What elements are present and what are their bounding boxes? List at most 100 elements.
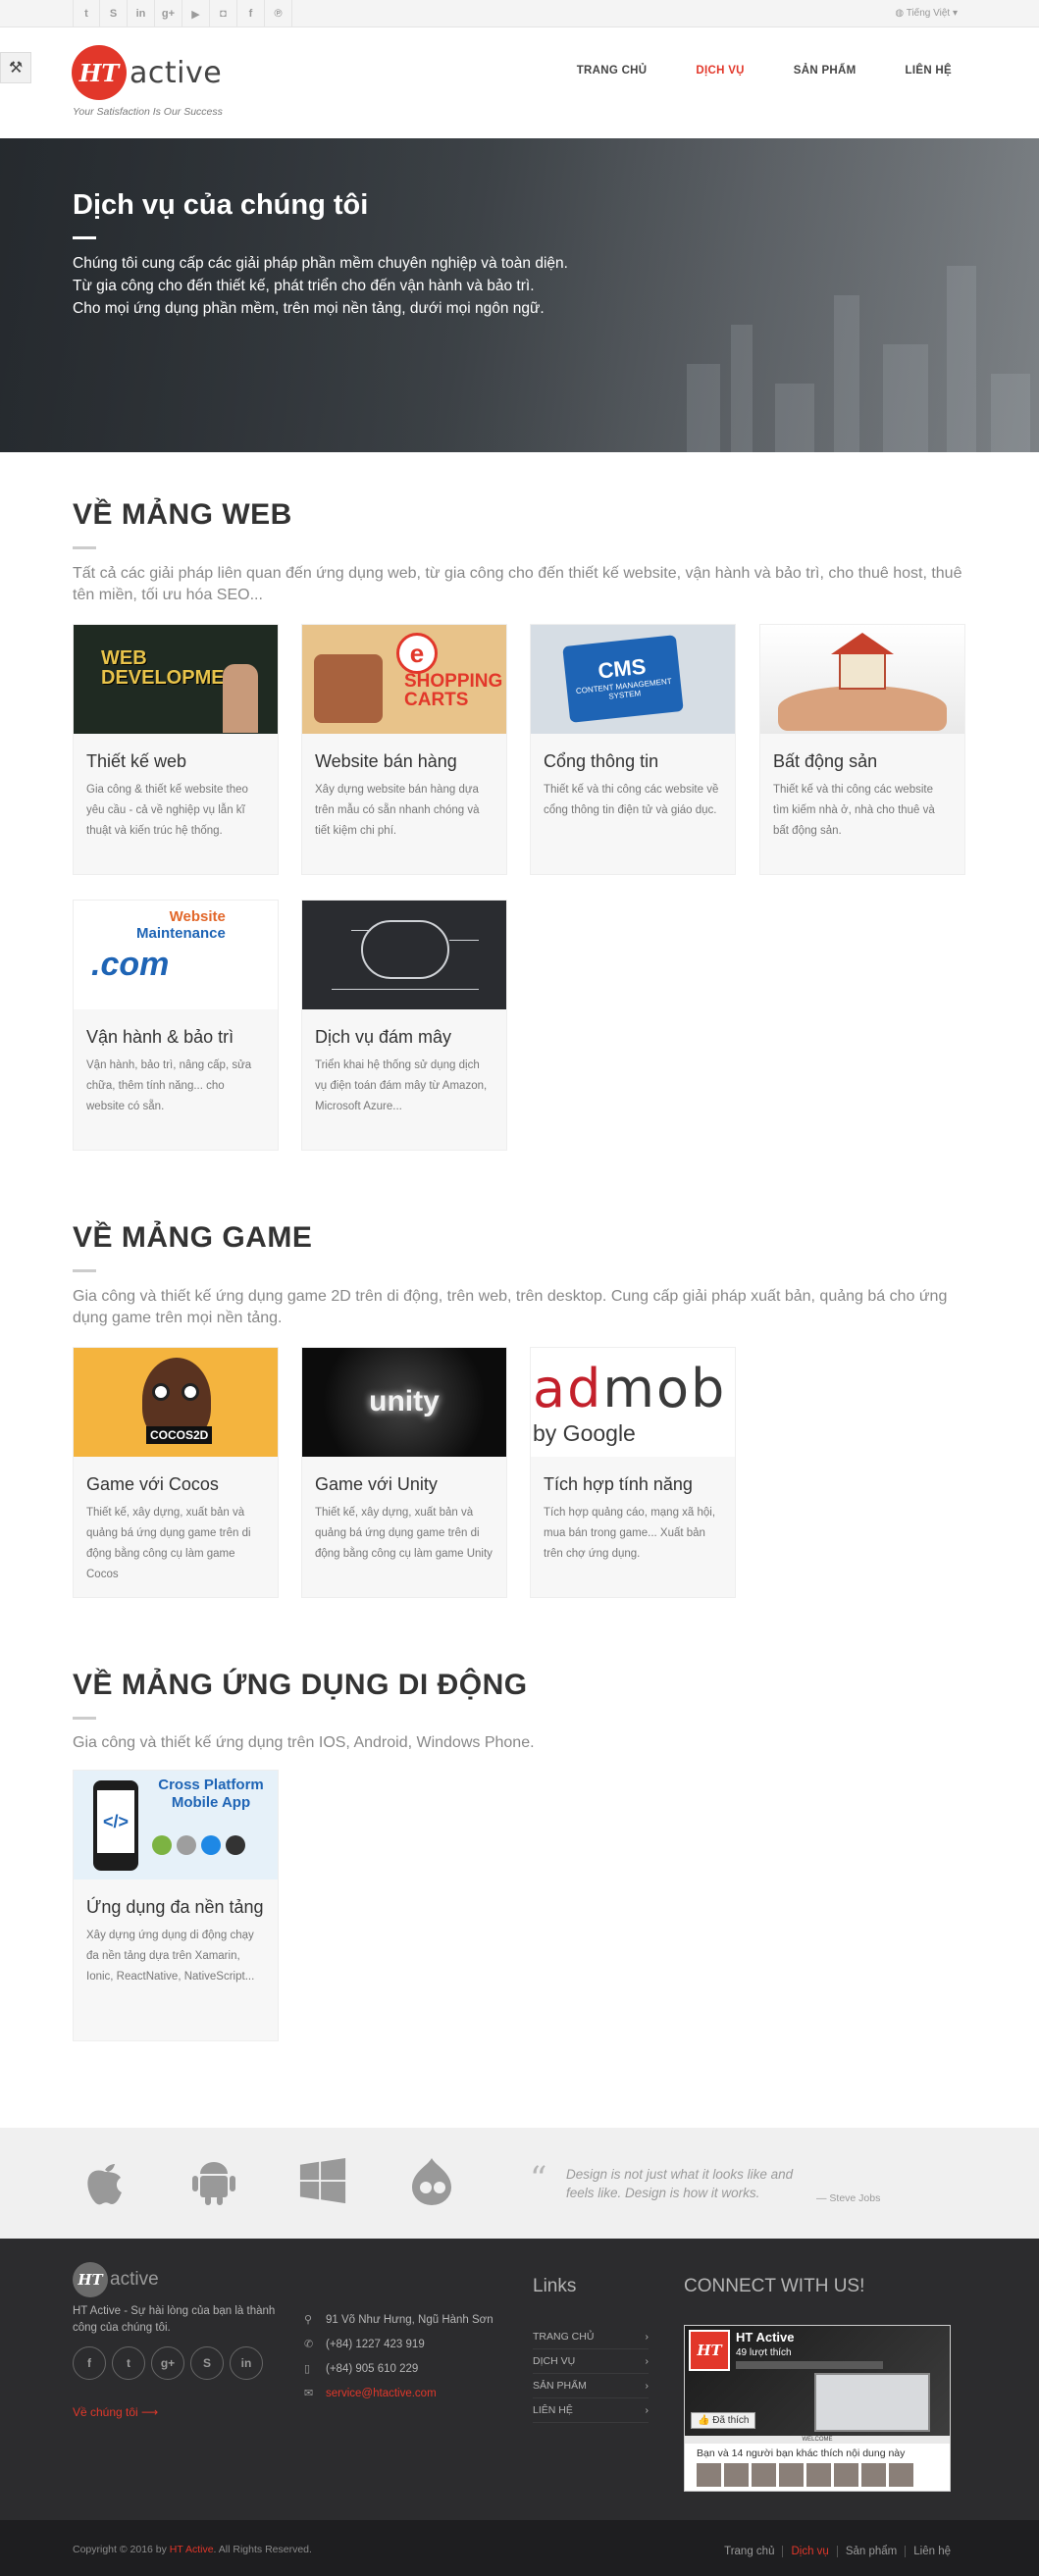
language-label: Tiếng Việt bbox=[906, 8, 951, 19]
email-link[interactable]: service@htactive.com bbox=[326, 2388, 437, 2399]
bottom-nav-services[interactable]: Dịch vụ bbox=[782, 2546, 836, 2557]
bottom-nav-contact[interactable]: Liên hệ bbox=[905, 2546, 959, 2557]
blackberry-icon bbox=[226, 1835, 245, 1855]
service-card-integration[interactable]: admob by Google Tích hợp tính năng Tích … bbox=[530, 1347, 736, 1598]
image-text: COCOS2D bbox=[146, 1426, 213, 1444]
nav-contact[interactable]: LIÊN HỆ bbox=[906, 65, 952, 77]
image-text: by Google bbox=[533, 1420, 636, 1446]
image-text: .com bbox=[91, 946, 170, 983]
card-text: Xây dựng website bán hàng dựa trên mẫu c… bbox=[315, 784, 480, 837]
language-selector[interactable]: ◍ Tiếng Việt ▾ bbox=[895, 0, 958, 27]
section-desc-web: Tất cả các giải pháp liên quan đến ứng d… bbox=[73, 565, 962, 603]
avatar bbox=[752, 2463, 776, 2487]
contact-email: ✉ service@htactive.com bbox=[304, 2381, 494, 2405]
connector-line bbox=[449, 940, 479, 941]
avatar bbox=[779, 2463, 804, 2487]
twitter-icon[interactable]: t bbox=[112, 2346, 145, 2380]
image-text: Maintenance bbox=[136, 925, 226, 942]
copyright-brand[interactable]: HT Active bbox=[170, 2544, 214, 2555]
bottom-nav-home[interactable]: Trang chủ bbox=[716, 2546, 782, 2557]
site-logo[interactable]: HT active bbox=[72, 45, 222, 100]
site-header: ⚒ HT active Your Satisfaction Is Our Suc… bbox=[0, 27, 1039, 138]
twitter-icon[interactable]: t bbox=[73, 0, 100, 27]
contact-phone: ✆ (+84) 1227 423 919 bbox=[304, 2332, 494, 2356]
chevron-right-icon: › bbox=[645, 2331, 649, 2343]
cloud-shape bbox=[361, 920, 449, 979]
hand-shape bbox=[223, 664, 258, 733]
chevron-right-icon: › bbox=[645, 2355, 649, 2367]
drupal-icon bbox=[407, 2157, 456, 2206]
contact-mobile: ▯ (+84) 905 610 229 bbox=[304, 2356, 494, 2381]
bottom-nav: Trang chủ Dịch vụ Sản phẩm Liên hệ bbox=[716, 2546, 959, 2557]
contact-text: (+84) 1227 423 919 bbox=[326, 2338, 425, 2350]
image-text: CARTS bbox=[404, 690, 469, 710]
service-card-maintenance[interactable]: Website Maintenance .com Vận hành & bảo t… bbox=[73, 900, 279, 1151]
service-card-cloud[interactable]: Dịch vụ đám mây Triển khai hệ thống sử d… bbox=[301, 900, 507, 1151]
hero-line: Chúng tôi cung cấp các giải pháp phần mề… bbox=[73, 255, 568, 272]
skype-icon[interactable]: S bbox=[100, 0, 128, 27]
section-desc-game: Gia công và thiết kế ứng dụng game 2D tr… bbox=[73, 1288, 948, 1326]
fb-page-avatar: HT bbox=[689, 2330, 730, 2371]
nav-home[interactable]: TRANG CHỦ bbox=[577, 65, 648, 77]
card-title: Cổng thông tin bbox=[544, 751, 659, 771]
tools-icon[interactable]: ⚒ bbox=[0, 52, 31, 83]
image-text: CMS bbox=[597, 653, 648, 684]
bottom-nav-products[interactable]: Sản phẩm bbox=[836, 2546, 905, 2557]
service-card-web-design[interactable]: WEB DEVELOPMENT Thiết kế web Gia công & t… bbox=[73, 624, 279, 875]
hero-title: Dịch vụ của chúng tôi bbox=[73, 189, 369, 221]
facebook-icon[interactable]: f bbox=[237, 0, 265, 27]
about-us-link[interactable]: Về chúng tôi ⟶ bbox=[73, 2405, 158, 2419]
copyright-suffix: . All Rights Reserved. bbox=[213, 2544, 312, 2555]
copyright-text: Copyright © 2016 by HT Active. All Right… bbox=[73, 2544, 312, 2555]
hero-line: Cho mọi ứng dụng phần mềm, trên mọi nền … bbox=[73, 300, 545, 317]
card-text: Gia công & thiết kế website theo yêu cầu… bbox=[86, 784, 248, 837]
skype-icon[interactable]: S bbox=[190, 2346, 224, 2380]
linkedin-icon[interactable]: in bbox=[230, 2346, 263, 2380]
card-title: Ứng dụng đa nền tảng bbox=[86, 1897, 264, 1917]
contact-text: (+84) 905 610 229 bbox=[326, 2362, 419, 2375]
fb-like-button[interactable]: 👍 Đã thích bbox=[691, 2412, 756, 2429]
connect-title: CONNECT WITH US! bbox=[684, 2276, 865, 2296]
footer-link-services[interactable]: DỊCH VỤ › bbox=[533, 2349, 649, 2374]
facebook-page-widget[interactable]: HT HT Active 49 lượt thích 👍 Đã thích WE… bbox=[684, 2325, 951, 2492]
flickr-icon[interactable]: ◘ bbox=[210, 0, 237, 27]
footer-about: HT Active - Sự hài lòng của bạn là thành… bbox=[73, 2305, 276, 2334]
nav-products[interactable]: SẢN PHẨM bbox=[794, 65, 857, 77]
card-text: Xây dựng ứng dụng di động chạy đa nền tả… bbox=[86, 1930, 255, 1983]
fb-page-name[interactable]: HT Active bbox=[736, 2330, 794, 2344]
card-title: Vận hành & bảo trì bbox=[86, 1027, 234, 1047]
image-text: Cross Platform bbox=[158, 1777, 264, 1793]
footer-logo[interactable]: HT active bbox=[73, 2262, 159, 2297]
chevron-right-icon: › bbox=[645, 2404, 649, 2416]
image-text: SHOPPING bbox=[404, 671, 503, 692]
footer-link-home[interactable]: TRANG CHỦ › bbox=[533, 2325, 649, 2349]
service-card-real-estate[interactable]: Bất động sản Thiết kế và thi công các we… bbox=[759, 624, 965, 875]
logo-mark: HT bbox=[72, 45, 127, 100]
service-card-ecommerce[interactable]: e SHOPPING CARTS Website bán hàng Xây dựn… bbox=[301, 624, 507, 875]
youtube-icon[interactable]: ▶ bbox=[182, 0, 210, 27]
mobile-icon: ▯ bbox=[304, 2363, 311, 2375]
card-text: Vận hành, bảo trì, nâng cấp, sửa chữa, t… bbox=[86, 1059, 252, 1112]
nav-services[interactable]: DỊCH VỤ bbox=[696, 65, 744, 77]
cocos2d-image: COCOS2D bbox=[74, 1348, 278, 1457]
footer-link-contact[interactable]: LIÊN HỆ › bbox=[533, 2398, 649, 2423]
section-divider bbox=[73, 546, 96, 549]
contact-address: ⚲ 91 Võ Như Hưng, Ngũ Hành Sơn bbox=[304, 2307, 494, 2332]
contact-text: 91 Võ Như Hưng, Ngũ Hành Sơn bbox=[326, 2313, 494, 2326]
service-card-unity[interactable]: unity Game với Unity Thiết kế, xây dựng,… bbox=[301, 1347, 507, 1598]
googleplus-icon[interactable]: g+ bbox=[151, 2346, 184, 2380]
linkedin-icon[interactable]: in bbox=[128, 0, 155, 27]
footer-social: f t g+ S in bbox=[73, 2346, 263, 2380]
service-card-cross-platform[interactable]: </> Cross Platform Mobile App Ứng dụng đa… bbox=[73, 1770, 279, 2041]
pinterest-icon[interactable]: ℗ bbox=[265, 0, 292, 27]
service-card-cocos[interactable]: COCOS2D Game với Cocos Thiết kế, xây dựn… bbox=[73, 1347, 279, 1598]
logo-tagline: Your Satisfaction Is Our Success bbox=[73, 106, 223, 118]
facebook-icon[interactable]: f bbox=[73, 2346, 106, 2380]
googleplus-icon[interactable]: g+ bbox=[155, 0, 182, 27]
service-card-portal[interactable]: CMS CONTENT MANAGEMENT SYSTEM Cổng thông … bbox=[530, 624, 736, 875]
card-text: Thiết kế, xây dựng, xuất bản và quảng bá… bbox=[315, 1507, 493, 1560]
image-caption: Cross Platform Mobile App bbox=[152, 1777, 270, 1812]
footer-link-products[interactable]: SẢN PHẨM › bbox=[533, 2374, 649, 2398]
card-text: Thiết kế và thi công các website về cổng… bbox=[544, 784, 719, 816]
avatar bbox=[724, 2463, 749, 2487]
